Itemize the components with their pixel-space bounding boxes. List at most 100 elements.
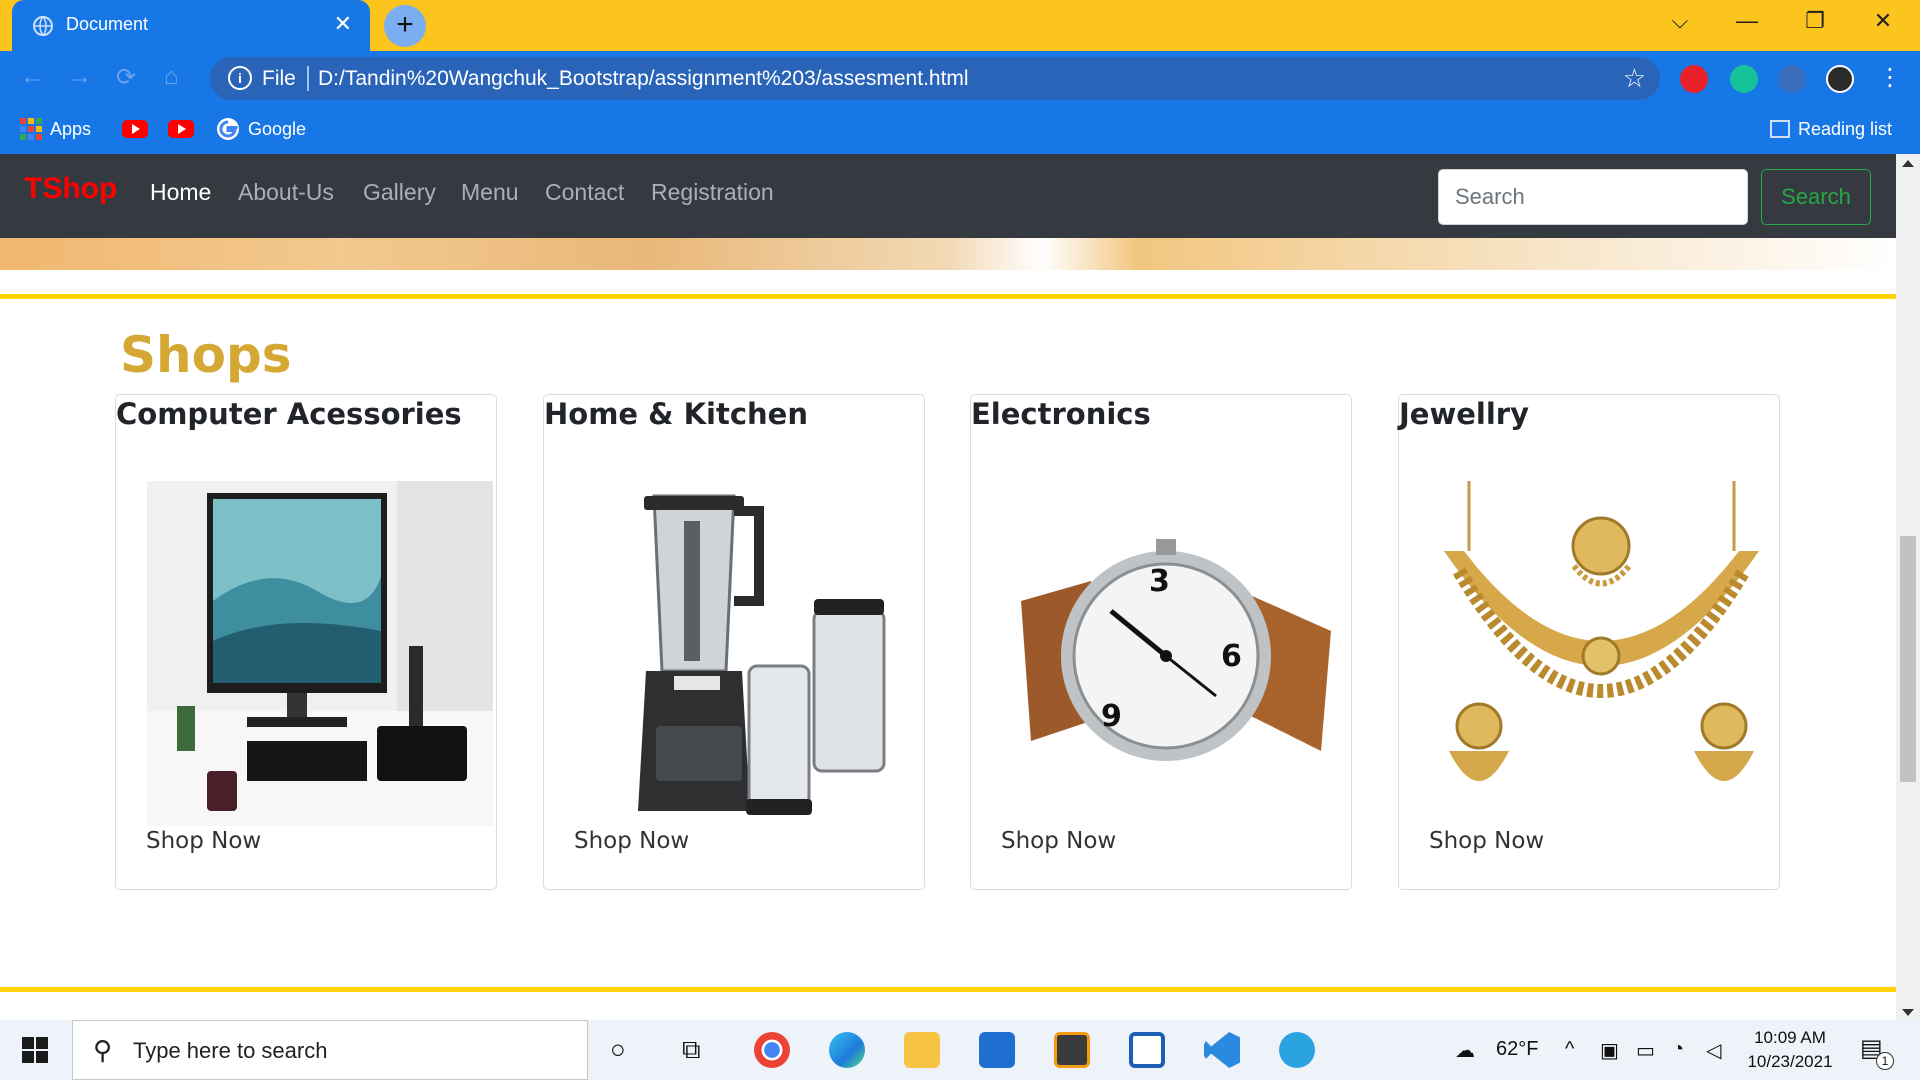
svg-text:9: 9 <box>1101 699 1122 734</box>
section-divider-top <box>0 294 1896 299</box>
search-icon: ⚲ <box>93 1035 113 1065</box>
adblock-extension-icon[interactable] <box>1680 65 1708 93</box>
url-text[interactable]: D:/Tandin%20Wangchuk_Bootstrap/assignmen… <box>318 67 969 91</box>
notification-count-badge: 1 <box>1876 1052 1894 1070</box>
home-button[interactable]: ⌂ <box>164 63 179 91</box>
restore-button[interactable]: ❐ <box>1790 8 1840 34</box>
reading-list-icon <box>1770 120 1790 138</box>
taskbar-clock[interactable]: 10:09 AM 10/23/2021 <box>1735 1026 1845 1074</box>
bookmark-star-icon[interactable]: ☆ <box>1623 63 1646 94</box>
task-view-icon[interactable]: ⧉ <box>682 1034 701 1066</box>
google-icon <box>217 118 239 140</box>
youtube-icon <box>122 120 148 138</box>
page-scrollbar[interactable] <box>1896 154 1920 1020</box>
page-viewport: TShop Home About-Us Gallery Menu Contact… <box>0 154 1896 1020</box>
shop-card-home-kitchen: Home & Kitchen Shop Now <box>543 394 925 890</box>
forward-button[interactable]: → <box>68 63 92 91</box>
brackets-icon[interactable] <box>1129 1032 1165 1068</box>
brand-logo[interactable]: TShop <box>24 172 117 206</box>
site-search-input[interactable] <box>1438 169 1748 225</box>
telegram-icon[interactable] <box>1279 1032 1315 1068</box>
card-title: Home & Kitchen <box>544 397 808 431</box>
svg-text:6: 6 <box>1221 639 1242 674</box>
bookmark-google[interactable]: Google <box>216 115 306 143</box>
browser-toolbar: ← → ⟳ ⌂ i File D:/Tandin%20Wangchuk_Boot… <box>0 51 1920 106</box>
nav-link-home[interactable]: Home <box>150 179 211 206</box>
battery-icon[interactable]: ▭ <box>1636 1038 1655 1063</box>
scrollbar-thumb[interactable] <box>1900 536 1916 782</box>
nav-link-menu[interactable]: Menu <box>461 179 519 206</box>
shop-now-link[interactable]: Shop Now <box>1429 828 1544 854</box>
clock-time: 10:09 AM <box>1754 1028 1826 1047</box>
browser-tab-strip: Document ✕ + ⌵ — ❐ ✕ <box>0 0 1920 51</box>
site-navbar: TShop Home About-Us Gallery Menu Contact… <box>0 154 1896 238</box>
shop-now-link[interactable]: Shop Now <box>146 828 261 854</box>
nav-link-contact[interactable]: Contact <box>545 179 624 206</box>
computer-setup-image <box>147 481 493 826</box>
site-search-button[interactable]: Search <box>1761 169 1871 225</box>
bookmark-youtube-2[interactable] <box>168 115 194 143</box>
chrome-icon[interactable] <box>754 1032 790 1068</box>
sublime-text-icon[interactable] <box>1054 1032 1090 1068</box>
windows-start-icon[interactable] <box>22 1037 48 1063</box>
weather-temperature[interactable]: 62°F <box>1496 1038 1538 1061</box>
cortana-icon[interactable]: ○ <box>610 1034 626 1065</box>
profile-avatar[interactable] <box>1826 65 1854 93</box>
reading-list-button[interactable]: Reading list <box>1770 115 1892 143</box>
address-separator <box>307 66 309 91</box>
reading-list-label: Reading list <box>1798 118 1893 139</box>
shop-now-link[interactable]: Shop Now <box>574 828 689 854</box>
vscode-icon[interactable] <box>1204 1032 1240 1068</box>
address-bar[interactable]: i File D:/Tandin%20Wangchuk_Bootstrap/as… <box>210 57 1660 100</box>
file-explorer-icon[interactable] <box>904 1032 940 1068</box>
taskbar-search-placeholder: Type here to search <box>133 1038 328 1063</box>
site-info-icon[interactable]: i <box>228 66 252 90</box>
reload-button[interactable]: ⟳ <box>116 63 136 92</box>
scroll-down-arrow-icon[interactable] <box>1902 1009 1914 1016</box>
bookmarks-bar: Apps Google Reading list <box>0 106 1920 154</box>
section-divider-bottom <box>0 987 1896 992</box>
apps-grid-icon <box>20 118 42 140</box>
globe-icon <box>33 16 53 36</box>
grammarly-extension-icon[interactable] <box>1730 65 1758 93</box>
browser-tab[interactable]: Document ✕ <box>12 0 370 51</box>
shop-card-electronics: Electronics 3 9 6 Shop Now <box>970 394 1352 890</box>
svg-text:3: 3 <box>1149 564 1170 599</box>
minimize-button[interactable]: — <box>1722 8 1772 34</box>
back-button[interactable]: ← <box>20 63 44 91</box>
scroll-up-arrow-icon[interactable] <box>1902 160 1914 167</box>
wifi-icon[interactable]: ◔ <box>1672 1038 1684 1061</box>
bookmark-label: Google <box>248 118 307 139</box>
show-hidden-icons-chevron-icon[interactable]: ^ <box>1565 1038 1574 1061</box>
card-title: Computer Acessories <box>116 397 462 431</box>
nav-link-registration[interactable]: Registration <box>651 179 774 206</box>
bookmark-apps[interactable]: Apps <box>20 115 91 143</box>
url-scheme: File <box>262 67 296 90</box>
mail-icon[interactable] <box>979 1032 1015 1068</box>
edge-icon[interactable] <box>829 1032 865 1068</box>
bookmark-youtube-1[interactable] <box>122 115 148 143</box>
volume-icon[interactable]: ◁ <box>1706 1038 1721 1063</box>
taskbar-search-box[interactable]: ⚲ Type here to search <box>72 1020 588 1080</box>
meet-now-icon[interactable]: ▣ <box>1600 1038 1619 1063</box>
browser-menu-icon[interactable]: ⋮ <box>1878 63 1902 92</box>
new-tab-button[interactable]: + <box>384 5 426 47</box>
tab-title: Document <box>66 14 149 34</box>
bookmark-label: Apps <box>50 118 92 139</box>
nav-link-gallery[interactable]: Gallery <box>363 179 436 206</box>
card-title: Jewellry <box>1399 397 1530 431</box>
tab-search-chevron-icon[interactable]: ⌵ <box>1655 8 1705 34</box>
shop-now-link[interactable]: Shop Now <box>1001 828 1116 854</box>
tab-close-icon[interactable]: ✕ <box>334 11 352 37</box>
weather-icon[interactable]: ☁ <box>1455 1038 1475 1063</box>
youtube-icon <box>168 120 194 138</box>
close-window-button[interactable]: ✕ <box>1858 8 1908 34</box>
nav-link-about-us[interactable]: About-Us <box>238 179 334 206</box>
gold-necklace-image <box>1429 481 1774 826</box>
shop-card-computer-accessories: Computer Acessories Shop Now <box>115 394 497 890</box>
shops-heading: Shops <box>120 326 292 384</box>
extensions-puzzle-icon[interactable] <box>1778 65 1806 93</box>
wristwatch-image: 3 9 6 <box>1001 481 1346 826</box>
windows-taskbar: ⚲ Type here to search ○ ⧉ ☁ 62°F ^ ▣ ▭ ◔… <box>0 1020 1920 1080</box>
shop-card-jewellry: Jewellry Shop Now <box>1398 394 1780 890</box>
